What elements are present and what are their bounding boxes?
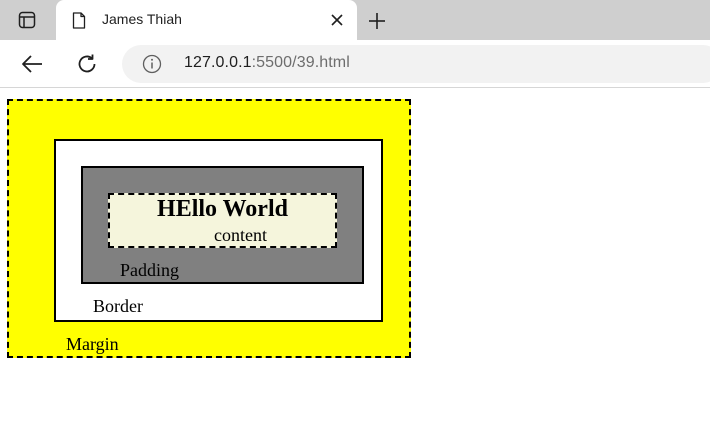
url-text: 127.0.0.1:5500/39.html <box>184 54 350 72</box>
tab-title: James Thiah <box>102 11 182 27</box>
plus-icon <box>369 13 385 29</box>
new-tab-button[interactable] <box>366 10 388 32</box>
site-info-button[interactable] <box>142 54 162 74</box>
border-box: HEllo World content Padding Border <box>54 139 383 322</box>
margin-box: HEllo World content Padding Border Margi… <box>7 99 411 358</box>
padding-label: Padding <box>120 260 180 280</box>
info-icon <box>142 54 162 74</box>
padding-box: HEllo World content Padding <box>81 166 364 284</box>
border-label: Border <box>93 296 143 316</box>
content-box: HEllo World content <box>108 193 337 248</box>
back-button[interactable] <box>20 52 44 76</box>
tab-strip: James Thiah <box>0 0 710 40</box>
close-icon <box>331 14 343 26</box>
content-label: content <box>214 225 267 245</box>
url-path: :5500/39.html <box>251 54 350 71</box>
page-icon <box>72 12 86 29</box>
hello-heading: HEllo World <box>157 196 288 222</box>
back-arrow-icon <box>22 55 42 73</box>
url-host: 127.0.0.1 <box>184 54 252 71</box>
close-tab-button[interactable] <box>329 12 345 28</box>
reload-icon <box>78 54 96 73</box>
page-content: HEllo World content Padding Border Margi… <box>0 89 710 441</box>
margin-label: Margin <box>66 334 119 354</box>
tab-actions-button[interactable] <box>8 8 46 32</box>
reload-button[interactable] <box>75 52 99 76</box>
browser-toolbar: 127.0.0.1:5500/39.html <box>0 40 710 88</box>
browser-tab[interactable]: James Thiah <box>56 0 357 40</box>
address-bar[interactable]: 127.0.0.1:5500/39.html <box>122 45 710 83</box>
tab-actions-icon <box>18 11 36 29</box>
